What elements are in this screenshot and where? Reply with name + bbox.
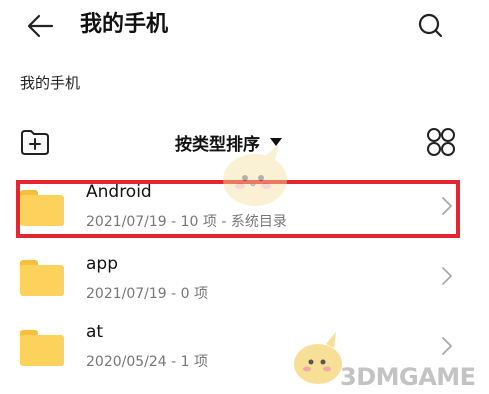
- search-icon: [418, 13, 443, 38]
- file-meta: 2021/07/19 - 0 项: [86, 286, 209, 302]
- watermark-mascot-icon: [294, 332, 342, 384]
- page-title: 我的手机: [80, 12, 169, 37]
- file-name: at: [86, 322, 104, 342]
- back-arrow-icon: [27, 14, 54, 38]
- watermark-mascot-icon: [223, 144, 287, 206]
- file-row-app[interactable]: app 2021/07/19 - 0 项: [0, 248, 489, 310]
- grid-view-icon: [427, 128, 455, 156]
- new-folder-icon: [21, 130, 49, 155]
- app-header: 我的手机: [0, 0, 489, 52]
- file-manager-screen: 我的手机 我的手机 按类型排序 Android 2021/07/19 - 10 …: [0, 0, 489, 394]
- grid-view-button[interactable]: [425, 126, 457, 158]
- new-folder-button[interactable]: [18, 125, 52, 159]
- file-meta: 2020/05/24 - 1 项: [86, 354, 209, 370]
- folder-icon: [20, 260, 64, 296]
- chevron-right-icon: [442, 267, 452, 285]
- back-button[interactable]: [22, 8, 62, 44]
- folder-icon: [20, 330, 64, 366]
- search-button[interactable]: [410, 8, 450, 44]
- file-name: app: [86, 254, 118, 274]
- breadcrumb[interactable]: 我的手机: [20, 72, 80, 93]
- watermark-text: 3DMGAME: [340, 363, 476, 391]
- chevron-right-icon: [442, 337, 452, 355]
